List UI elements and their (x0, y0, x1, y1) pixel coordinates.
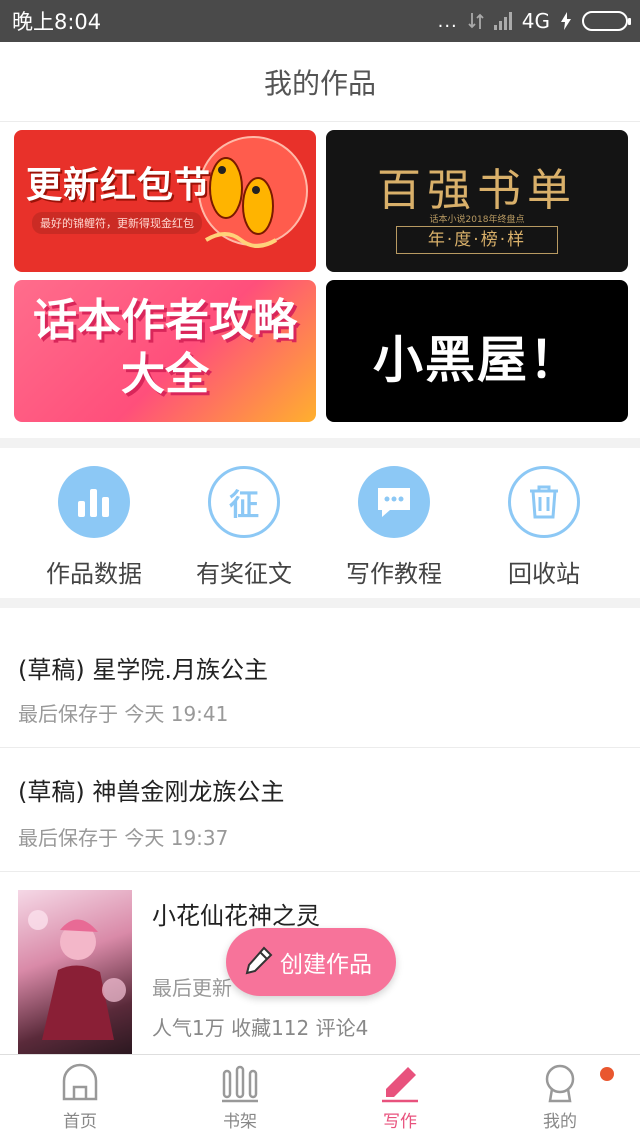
pencil-icon (245, 946, 273, 975)
page-title: 我的作品 (263, 66, 376, 100)
bookshelf-icon (222, 1065, 258, 1103)
section-divider (0, 598, 640, 608)
banner-title: 更新红包节 (26, 165, 212, 206)
tab-write[interactable]: 写作 (320, 1055, 480, 1138)
list-item[interactable]: (草稿) 神兽金刚龙族公主 最后保存于 今天 19:37 (0, 748, 640, 872)
action-label: 回收站 (508, 560, 580, 588)
action-recycle-bin[interactable]: 回收站 (469, 448, 619, 598)
banner-title: 小黑屋！ (373, 331, 581, 389)
banner-red-packet[interactable]: 更新红包节 最好的锦鲤符，更新得现金红包 (14, 130, 316, 272)
list-item[interactable]: (草稿) 星学院.月族公主 最后保存于 今天 19:41 (0, 610, 640, 748)
work-title: 小花仙花神之灵 (152, 902, 320, 930)
section-divider (0, 438, 640, 448)
quick-actions: 作品数据 征 有奖征文 写作教程 回收站 (0, 448, 640, 598)
zheng-icon: 征 (208, 466, 280, 538)
chat-bubble-icon (358, 466, 430, 538)
pen-icon (382, 1067, 418, 1103)
tab-label: 我的 (543, 1112, 577, 1132)
draft-title: (草稿) 神兽金刚龙族公主 (18, 778, 285, 806)
action-label: 作品数据 (46, 560, 142, 588)
action-label: 写作教程 (346, 560, 442, 588)
banner-author-guide[interactable]: 话本作者攻略 大全 (14, 280, 316, 422)
status-icons: ... 4G (437, 9, 631, 33)
draft-meta: 最后保存于 今天 19:37 (18, 826, 229, 850)
book-cover (18, 890, 132, 1054)
status-time: 晚上8:04 (12, 10, 102, 34)
banner-title: 话本作者攻略 大全 (14, 294, 316, 402)
battery-icon (582, 11, 631, 31)
zheng-glyph: 征 (229, 488, 259, 523)
network-type: 4G (521, 9, 550, 33)
home-icon (62, 1063, 98, 1101)
banner-title: 百强书单 (377, 165, 577, 216)
create-work-label: 创建作品 (280, 952, 372, 978)
banner-subtitle: 最好的锦鲤符，更新得现金红包 (32, 212, 202, 234)
banner-top100-list[interactable]: 百强书单 话本小说2018年终盘点 年·度·榜·样 (326, 130, 628, 272)
header: 我的作品 (0, 42, 640, 122)
tab-label: 首页 (63, 1112, 97, 1132)
work-update: 最后更新 (152, 976, 232, 1000)
tab-home[interactable]: 首页 (0, 1055, 160, 1138)
signal-icon (493, 12, 512, 30)
tab-profile[interactable]: 我的 (480, 1055, 640, 1138)
charging-icon (561, 12, 571, 30)
more-dots-icon: ... (437, 10, 458, 32)
draft-meta: 最后保存于 今天 19:41 (18, 702, 229, 726)
notification-badge (600, 1067, 614, 1081)
banner-subtitle: 话本小说2018年终盘点 (429, 215, 525, 225)
banner-title-line2: 大全 (121, 349, 209, 400)
bar-chart-icon (58, 466, 130, 538)
banner-title-line1: 话本作者攻略 (33, 295, 297, 346)
bottom-nav: 首页 书架 写作 我的 (0, 1054, 640, 1138)
banner-grid: 更新红包节 最好的锦鲤符，更新得现金红包 百强书单 话本小说2018年终盘点 年… (14, 128, 628, 424)
action-work-data[interactable]: 作品数据 (19, 448, 169, 598)
action-tutorial[interactable]: 写作教程 (319, 448, 469, 598)
action-label: 有奖征文 (196, 560, 292, 588)
banner-rank-label: 年·度·榜·样 (396, 226, 558, 254)
tab-bookshelf[interactable]: 书架 (160, 1055, 320, 1138)
profile-icon (545, 1064, 575, 1103)
work-stats: 人气1万 收藏112 评论4 (152, 1016, 369, 1040)
banner-black-room[interactable]: 小黑屋！ (326, 280, 628, 422)
draft-title: (草稿) 星学院.月族公主 (18, 656, 268, 684)
tab-label: 书架 (223, 1112, 257, 1132)
status-bar: 晚上8:04 ... 4G (0, 0, 640, 42)
create-work-button[interactable]: 创建作品 (226, 928, 396, 996)
cover-art-icon (28, 910, 126, 1040)
action-contest[interactable]: 征 有奖征文 (169, 448, 319, 598)
data-transfer-icon (468, 13, 484, 29)
tab-label: 写作 (383, 1112, 417, 1132)
trash-icon (508, 466, 580, 538)
